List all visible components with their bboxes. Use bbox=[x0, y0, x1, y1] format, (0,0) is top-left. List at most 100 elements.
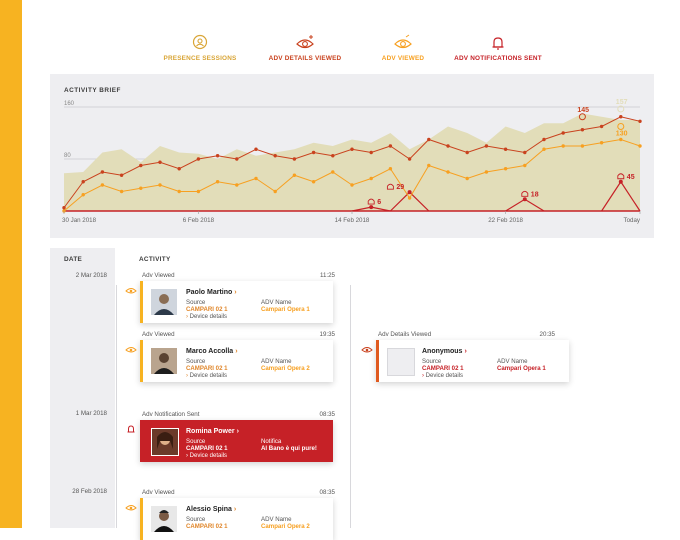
adv-value: Campari Opera 2 bbox=[261, 523, 310, 530]
data-point bbox=[638, 119, 642, 123]
data-point bbox=[62, 206, 66, 210]
data-point bbox=[158, 160, 162, 164]
adv-value: Campari Opera 1 bbox=[261, 306, 310, 313]
timeline-line bbox=[116, 285, 117, 528]
person-name[interactable]: Alessio Spina › bbox=[186, 506, 236, 513]
data-point bbox=[81, 193, 85, 197]
date-label: 1 Mar 2018 bbox=[75, 410, 107, 417]
data-point bbox=[388, 167, 393, 171]
avatar bbox=[151, 506, 177, 532]
eye-icon bbox=[125, 341, 137, 353]
data-point bbox=[254, 147, 258, 151]
avatar bbox=[151, 348, 177, 374]
data-point bbox=[542, 137, 546, 142]
event-card-alessio-spina[interactable]: Alessio Spina › Source CAMPARI 02 1 ADV N… bbox=[140, 498, 333, 540]
data-label: 45 bbox=[627, 174, 635, 181]
series-area-presence-sessions bbox=[64, 113, 640, 211]
event-card-marco-accolla[interactable]: Marco Accolla › Source CAMPARI 02 1 › Dev… bbox=[140, 340, 333, 382]
avatar bbox=[151, 289, 177, 315]
eye-plus-icon bbox=[296, 35, 314, 49]
event-card-anonymous[interactable]: Anonymous › Source CAMPARI 02 1 › Device … bbox=[376, 340, 569, 382]
device-details-link[interactable]: › Device details bbox=[186, 453, 227, 459]
eye-icon bbox=[394, 34, 412, 49]
device-details-link[interactable]: › Device details bbox=[186, 314, 227, 320]
data-point bbox=[177, 189, 181, 194]
person-name[interactable]: Paolo Martino › bbox=[186, 289, 237, 296]
presence-icon bbox=[192, 34, 208, 50]
event-card-paolo-martino[interactable]: Paolo Martino › Source CAMPARI 02 1 › Dev… bbox=[140, 281, 333, 323]
device-details-link[interactable]: › Device details bbox=[422, 373, 463, 379]
legend-adv-notifications-sent[interactable]: ADV NOTIFICATIONS SENT bbox=[438, 34, 558, 62]
adv-value: Campari Opera 1 bbox=[497, 365, 546, 372]
event-type: Adv Viewed bbox=[142, 489, 175, 496]
data-point bbox=[331, 170, 335, 174]
event-time: 08:35 bbox=[319, 411, 335, 418]
sidebar-accent-strip bbox=[0, 0, 22, 528]
adv-value: Campari Opera 2 bbox=[261, 365, 310, 372]
data-point bbox=[273, 154, 277, 158]
data-point bbox=[523, 163, 527, 168]
avatar-placeholder bbox=[387, 348, 415, 376]
date-label: 2 Mar 2018 bbox=[75, 272, 107, 279]
person-name[interactable]: Marco Accolla › bbox=[186, 348, 238, 355]
adv-label: ADV Name bbox=[261, 516, 292, 523]
source-label: Source bbox=[186, 516, 206, 523]
adv-label: ADV Name bbox=[497, 358, 528, 365]
data-label: 130 bbox=[616, 131, 628, 138]
event-type: Adv Viewed bbox=[142, 272, 175, 279]
data-point bbox=[139, 163, 143, 168]
event-card-romina-power[interactable]: Romina Power › Source CAMPARI 02 1 › Devi… bbox=[140, 420, 333, 462]
data-point bbox=[235, 183, 239, 187]
data-point bbox=[215, 180, 220, 184]
data-point bbox=[254, 176, 258, 181]
data-label: 145 bbox=[577, 107, 589, 114]
data-point bbox=[158, 183, 162, 187]
data-label: 29 bbox=[396, 184, 404, 191]
data-point bbox=[542, 147, 546, 151]
y-tick-label: 160 bbox=[64, 101, 75, 107]
legend-label: ADV NOTIFICATIONS SENT bbox=[454, 55, 542, 62]
data-point bbox=[561, 131, 565, 135]
data-point bbox=[407, 157, 412, 161]
data-point bbox=[465, 176, 469, 181]
data-point bbox=[446, 144, 450, 148]
event-type: Adv Viewed bbox=[142, 331, 175, 338]
eye-plus-icon bbox=[361, 341, 373, 353]
event-type: Adv Notification Sent bbox=[142, 411, 200, 418]
data-point bbox=[177, 167, 181, 171]
legend-presence-sessions[interactable]: PRESENCE SESSIONS bbox=[140, 34, 260, 62]
source-label: Source bbox=[186, 358, 206, 365]
data-point bbox=[427, 137, 431, 142]
source-value: CAMPARI 02 1 bbox=[186, 445, 228, 452]
bell-icon bbox=[125, 421, 137, 433]
eye-icon bbox=[125, 499, 137, 511]
event-time: 20:35 bbox=[539, 331, 555, 338]
event-time: 19:35 bbox=[319, 331, 335, 338]
data-point bbox=[427, 163, 431, 168]
data-point bbox=[580, 144, 585, 148]
notification-label: Notifica bbox=[261, 438, 282, 445]
data-point bbox=[388, 144, 393, 148]
source-value: CAMPARI 02 1 bbox=[186, 365, 228, 372]
data-point bbox=[369, 150, 373, 155]
data-point bbox=[81, 180, 85, 184]
data-point bbox=[100, 170, 105, 174]
data-point bbox=[638, 144, 642, 148]
data-point bbox=[503, 167, 508, 171]
activity-header: ACTIVITY bbox=[139, 256, 171, 263]
source-value: CAMPARI 02 1 bbox=[422, 365, 464, 372]
device-details-link[interactable]: › Device details bbox=[186, 373, 227, 379]
person-name[interactable]: Anonymous › bbox=[422, 348, 467, 355]
data-label: 18 bbox=[531, 191, 539, 198]
data-point bbox=[119, 173, 124, 177]
data-point bbox=[292, 157, 297, 161]
data-point bbox=[369, 205, 374, 210]
event-time: 11:25 bbox=[319, 272, 335, 279]
data-point bbox=[292, 173, 297, 177]
data-point bbox=[446, 170, 450, 174]
person-name[interactable]: Romina Power › bbox=[186, 428, 239, 435]
data-point bbox=[407, 190, 412, 195]
notification-value: Al Bano è qui pure! bbox=[261, 445, 317, 452]
data-point bbox=[618, 179, 623, 184]
bell-icon bbox=[492, 37, 504, 50]
